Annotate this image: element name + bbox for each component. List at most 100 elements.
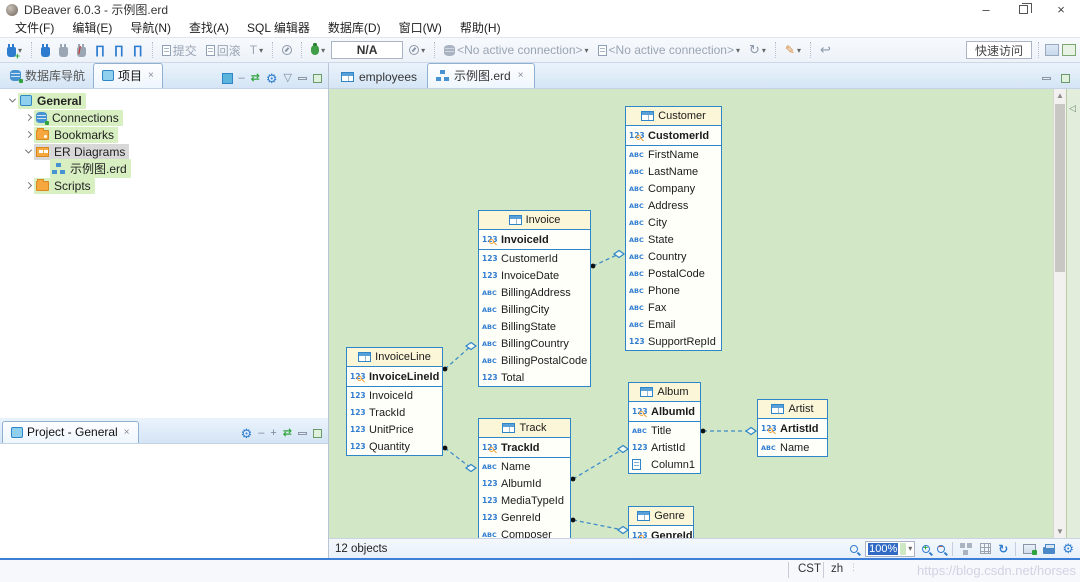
maximize-panel-button[interactable] bbox=[313, 74, 322, 83]
menu-item-5[interactable]: 数据库(D) bbox=[319, 18, 390, 37]
scroll-up-icon[interactable]: ▲ bbox=[1054, 89, 1066, 102]
erd-column[interactable]: 123CustomerId bbox=[479, 250, 590, 267]
erd-column-pk[interactable]: 123TrackId bbox=[479, 438, 570, 457]
rollback-button[interactable]: 回滚 bbox=[203, 40, 244, 61]
erd-table-header[interactable]: Artist bbox=[758, 400, 827, 419]
erd-column[interactable]: ABCPostalCode bbox=[626, 265, 721, 282]
erd-column[interactable]: ABCComposer bbox=[479, 526, 570, 538]
erd-column[interactable]: 123Quantity bbox=[347, 438, 442, 455]
na-combo[interactable]: N/A bbox=[331, 41, 403, 59]
erd-column[interactable]: ABCBillingCity bbox=[479, 301, 590, 318]
erd-table-header[interactable]: Track bbox=[479, 419, 570, 438]
erd-column[interactable]: ABCLastName bbox=[626, 163, 721, 180]
erd-column[interactable]: 123InvoiceDate bbox=[479, 267, 590, 284]
zoom-out-icon[interactable] bbox=[937, 545, 945, 553]
erd-table-genre[interactable]: Genre123GenreId bbox=[628, 506, 694, 538]
erd-column[interactable]: 123GenreId bbox=[479, 509, 570, 526]
erd-column[interactable]: ABCCountry bbox=[626, 248, 721, 265]
toggle-grid-icon[interactable] bbox=[980, 543, 991, 554]
erd-column[interactable]: 123TrackId bbox=[347, 404, 442, 421]
erd-column[interactable]: 123UnitPrice bbox=[347, 421, 442, 438]
diagram-settings-icon[interactable]: ⚙ bbox=[1062, 542, 1074, 555]
maximize-panel-button[interactable] bbox=[313, 429, 322, 438]
tab-project-general[interactable]: Project - General × bbox=[2, 421, 139, 443]
scrollbar-thumb[interactable] bbox=[1055, 104, 1065, 272]
tree-item-connections[interactable]: Connections bbox=[0, 109, 328, 126]
arrange-diagram-icon[interactable] bbox=[960, 543, 965, 548]
sql-editor-button[interactable]: ∏ bbox=[92, 41, 108, 59]
erd-column-pk[interactable]: 123InvoiceId bbox=[479, 230, 590, 249]
edit-button[interactable]: ✎▾ bbox=[782, 41, 804, 59]
save-as-image-icon[interactable] bbox=[1023, 544, 1036, 554]
debug-button[interactable]: ▾ bbox=[308, 43, 328, 57]
menu-item-3[interactable]: 查找(A) bbox=[180, 18, 238, 37]
minimize-editor-button[interactable] bbox=[1042, 77, 1051, 80]
back-navigation-button[interactable]: ↩ bbox=[817, 40, 834, 60]
link-editor-button[interactable] bbox=[222, 73, 233, 84]
maximize-editor-button[interactable] bbox=[1061, 74, 1070, 83]
erd-column[interactable]: ABCFax bbox=[626, 299, 721, 316]
restore-button[interactable] bbox=[1019, 5, 1028, 14]
chevron-right-icon[interactable] bbox=[22, 115, 34, 120]
zoom-combo[interactable]: 100% ▾ bbox=[865, 541, 915, 557]
sql-console-button[interactable]: ∏ bbox=[111, 41, 127, 59]
schema-select-combo[interactable]: <No active connection>▾ bbox=[595, 41, 743, 59]
sync-button[interactable] bbox=[279, 43, 295, 57]
quick-access-box[interactable]: 快速访问 bbox=[966, 41, 1032, 59]
erd-table-header[interactable]: Customer bbox=[626, 107, 721, 126]
menu-item-7[interactable]: 帮助(H) bbox=[451, 18, 510, 37]
chevron-down-icon[interactable]: ▾ bbox=[585, 46, 589, 55]
chevron-down-icon[interactable]: ▾ bbox=[797, 46, 801, 55]
erd-table-invoiceline[interactable]: InvoiceLine123InvoiceLineId123InvoiceId1… bbox=[346, 347, 443, 456]
settings-icon[interactable]: ⚙ bbox=[241, 427, 253, 440]
erd-column-pk[interactable]: 123InvoiceLineId bbox=[347, 367, 442, 386]
collapse-all-button[interactable]: – bbox=[239, 73, 245, 84]
erd-column[interactable]: ABCCompany bbox=[626, 180, 721, 197]
chevron-down-icon[interactable]: ▾ bbox=[908, 544, 912, 553]
erd-table-header[interactable]: InvoiceLine bbox=[347, 348, 442, 367]
new-connection-button[interactable]: + ▾ bbox=[4, 42, 25, 59]
chevron-down-icon[interactable]: ▾ bbox=[762, 46, 766, 55]
current-perspective-button[interactable] bbox=[1062, 44, 1076, 56]
expand-button[interactable]: + bbox=[270, 428, 276, 439]
palette-collapse-icon[interactable]: ◁ bbox=[1069, 103, 1076, 114]
erd-column[interactable]: Column1 bbox=[629, 456, 700, 473]
disconnect-button[interactable]: / bbox=[74, 42, 89, 59]
erd-table-track[interactable]: Track123TrackIdABCName123AlbumId123Media… bbox=[478, 418, 571, 538]
vertical-scrollbar[interactable]: ▲ ▼ bbox=[1053, 89, 1066, 538]
close-icon[interactable]: × bbox=[148, 70, 154, 81]
reconnect-button[interactable] bbox=[56, 42, 71, 59]
settings-icon[interactable]: ⚙ bbox=[266, 72, 278, 85]
connect-button[interactable] bbox=[38, 42, 53, 59]
erd-column[interactable]: ABCName bbox=[479, 458, 570, 475]
erd-column-pk[interactable]: 123AlbumId bbox=[629, 402, 700, 421]
view-menu-button[interactable]: ▽ bbox=[284, 73, 292, 84]
erd-column[interactable]: 123Total bbox=[479, 369, 590, 386]
erd-column[interactable]: 123MediaTypeId bbox=[479, 492, 570, 509]
erd-column[interactable]: 123ArtistId bbox=[629, 439, 700, 456]
erd-column[interactable]: ABCAddress bbox=[626, 197, 721, 214]
erd-table-header[interactable]: Invoice bbox=[479, 211, 590, 230]
collapse-button[interactable]: – bbox=[258, 428, 264, 439]
erd-column[interactable]: ABCTitle bbox=[629, 422, 700, 439]
refresh-diagram-icon[interactable]: ↻ bbox=[998, 543, 1008, 555]
erd-table-header[interactable]: Album bbox=[629, 383, 700, 402]
chevron-down-icon[interactable]: ▾ bbox=[421, 46, 425, 55]
erd-column[interactable]: ABCCity bbox=[626, 214, 721, 231]
minimize-panel-button[interactable] bbox=[298, 77, 307, 80]
close-icon[interactable]: × bbox=[518, 70, 524, 81]
chevron-right-icon[interactable] bbox=[22, 183, 34, 188]
erd-column-pk[interactable]: 123GenreId bbox=[629, 526, 693, 538]
tab-projects[interactable]: 项目 × bbox=[93, 63, 163, 88]
erd-column[interactable]: 123AlbumId bbox=[479, 475, 570, 492]
menu-item-4[interactable]: SQL 编辑器 bbox=[238, 18, 319, 37]
search-icon[interactable] bbox=[850, 545, 858, 553]
chevron-down-icon[interactable] bbox=[6, 98, 18, 103]
erd-column[interactable]: ABCPhone bbox=[626, 282, 721, 299]
tree-item-general-folder[interactable]: General bbox=[0, 92, 328, 109]
menu-item-2[interactable]: 导航(N) bbox=[121, 18, 180, 37]
erd-column[interactable]: 123SupportRepId bbox=[626, 333, 721, 350]
new-sql-editor-button[interactable]: ∏+ bbox=[130, 41, 146, 59]
editor-tab-0[interactable]: employees bbox=[333, 67, 427, 88]
erd-column-pk[interactable]: 123ArtistId bbox=[758, 419, 827, 438]
